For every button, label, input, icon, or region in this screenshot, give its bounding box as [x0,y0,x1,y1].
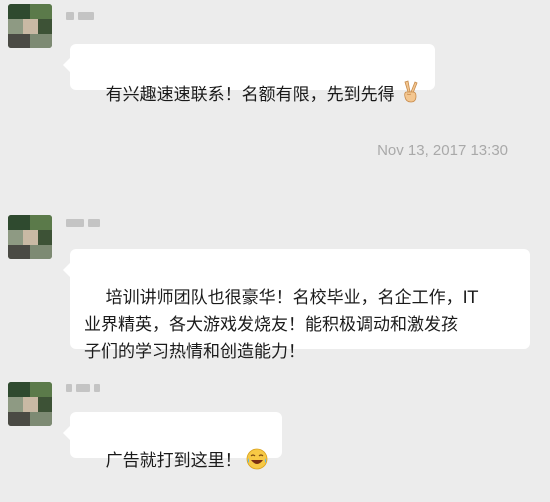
message-text: 广告就打到这里！ [105,451,242,471]
avatar[interactable] [8,215,52,259]
avatar[interactable] [8,4,52,48]
avatar[interactable] [8,382,52,426]
sender-name-blurred [66,384,100,394]
message-bubble[interactable]: 有兴趣速速联系！名额有限，先到先得 [63,44,435,105]
laughing-emoji-icon [246,448,268,470]
message-timestamp: Nov 13, 2017 13:30 [377,142,508,159]
message-text: 有兴趣速速联系！名额有限，先到先得 [105,85,395,105]
victory-hand-emoji-icon [403,80,418,103]
message-text: 培训讲师团队也很豪华！名校毕业，名企工作，IT 业界精英，各大游戏发烧友！能积极… [84,288,479,362]
sender-name-blurred [66,219,100,229]
message-bubble[interactable]: 培训讲师团队也很豪华！名校毕业，名企工作，IT 业界精英，各大游戏发烧友！能积极… [63,249,530,362]
message-bubble[interactable]: 广告就打到这里！ [63,412,282,471]
sender-name-blurred [66,12,94,22]
